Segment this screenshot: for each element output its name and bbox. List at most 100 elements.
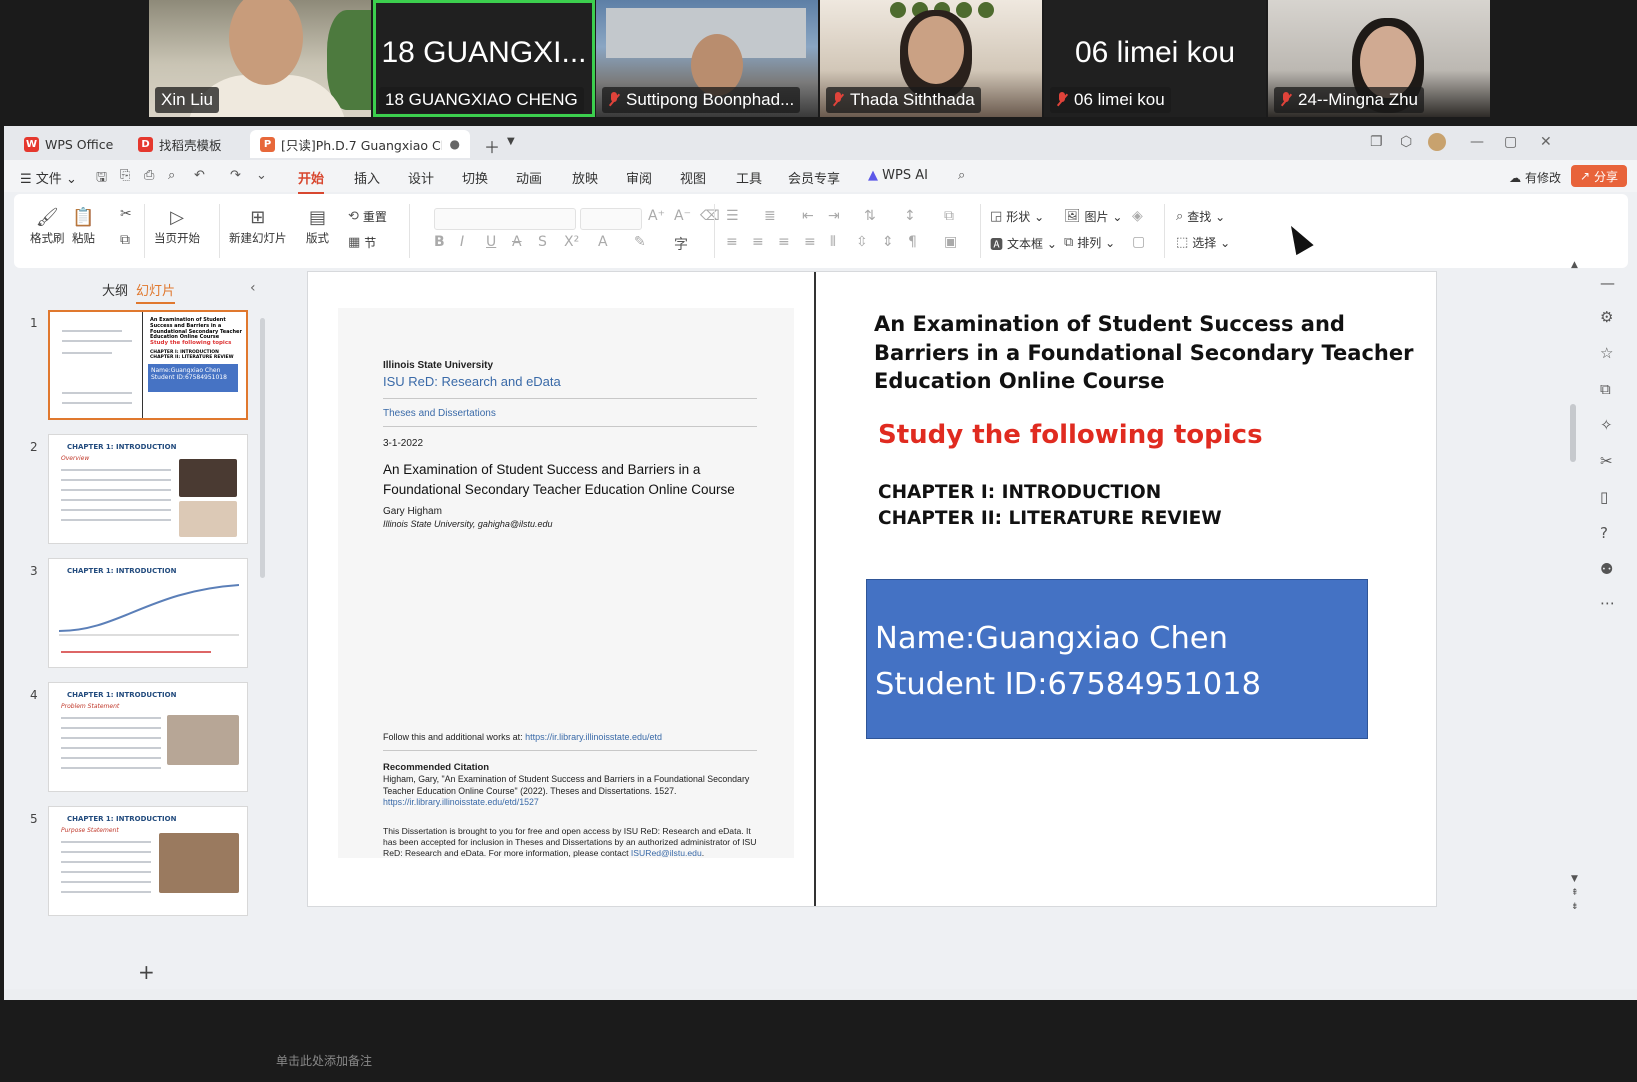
share-button[interactable]: ↗ 分享 — [1571, 165, 1627, 187]
menu-home[interactable]: 开始 — [298, 168, 325, 194]
tab-document[interactable]: P [只读]Ph.D.7 Guangxiao Chen 6 ● — [250, 130, 470, 158]
layout-button[interactable]: ▤ 版式 — [306, 206, 329, 246]
export-icon[interactable]: ⎘ — [120, 168, 135, 183]
decrease-indent-icon[interactable]: ⇤ — [802, 208, 814, 224]
print-icon[interactable]: ⎙ — [144, 168, 159, 183]
copy-icon[interactable]: ⧉ — [120, 232, 130, 248]
save-icon[interactable]: 🖫 — [96, 168, 111, 185]
slide-study-heading[interactable]: Study the following topics — [878, 420, 1263, 450]
increase-indent-icon[interactable]: ⇥ — [828, 208, 840, 224]
menu-insert[interactable]: 插入 — [354, 168, 380, 187]
tab-wps-office[interactable]: W WPS Office — [14, 130, 124, 158]
font-family-select[interactable] — [434, 208, 576, 230]
pdf-citation-link[interactable]: https://ir.library.illinoisstate.edu/etd… — [383, 797, 539, 807]
next-slide-icon[interactable]: ⇟ — [1571, 902, 1579, 912]
participant-tile-mingna-zhu[interactable]: 24--Mingna Zhu — [1268, 0, 1490, 117]
tab-list-chevron-icon[interactable]: ▼ — [507, 136, 515, 147]
redo-icon[interactable]: ↷ — [230, 168, 245, 183]
fill-icon[interactable]: ◈ — [1132, 208, 1143, 224]
paste-button[interactable]: 📋 粘贴 — [72, 206, 95, 246]
para-icon[interactable]: ¶ — [908, 234, 917, 250]
pdf-contact-link[interactable]: ISURed@ilstu.edu — [631, 848, 702, 858]
phonetic-icon[interactable]: 字 — [674, 234, 688, 254]
textbox-align-icon[interactable]: ▣ — [944, 234, 957, 250]
scroll-up-icon[interactable]: ▲ — [1571, 260, 1578, 270]
print-preview-icon[interactable]: ⌕ — [168, 168, 183, 183]
menu-animation[interactable]: 动画 — [516, 168, 542, 187]
line-spacing-icon[interactable]: ↕ — [904, 208, 916, 224]
reset-button[interactable]: ⟲ 重置 — [348, 208, 387, 225]
menu-transition[interactable]: 切换 — [462, 168, 488, 187]
slide-title[interactable]: An Examination of Student Success and Ba… — [874, 310, 1434, 396]
collapse-rail-icon[interactable]: — — [1600, 274, 1615, 292]
participant-tile-suttipong[interactable]: Suttipong Boonphad... — [596, 0, 818, 117]
clear-format-icon[interactable]: ⌫ — [700, 208, 720, 224]
book-icon[interactable]: ▯ — [1600, 488, 1608, 506]
copy-slide-icon[interactable]: ⧉ — [1600, 380, 1611, 398]
tab-outline[interactable]: 大纲 — [102, 280, 128, 299]
paragraph-spacing-icon[interactable]: ⇕ — [882, 234, 894, 250]
align-left-icon[interactable]: ≡ — [726, 234, 738, 250]
outline-icon[interactable]: ▢ — [1132, 234, 1145, 250]
bullet-list-icon[interactable]: ☰ — [726, 208, 739, 224]
font-size-select[interactable] — [580, 208, 642, 230]
menu-slideshow[interactable]: 放映 — [572, 168, 598, 187]
justify-icon[interactable]: ≡ — [804, 234, 816, 250]
superscript-icon[interactable]: X² — [564, 234, 579, 250]
italic-icon[interactable]: I — [460, 234, 464, 250]
convert-icon[interactable]: ⧉ — [944, 208, 954, 224]
underline-icon[interactable]: U — [486, 234, 496, 250]
modified-status[interactable]: ☁ 有修改 — [1509, 169, 1561, 186]
tab-templates[interactable]: D 找稻壳模板 — [128, 130, 246, 158]
student-info-box[interactable]: Name:Guangxiao Chen Student ID:675849510… — [866, 579, 1368, 739]
tools-icon[interactable]: ✂ — [1600, 452, 1613, 470]
menu-wps-ai[interactable]: ▲ WPS AI — [868, 168, 928, 183]
select-button[interactable]: ⬚ 选择 ⌄ — [1176, 234, 1230, 251]
picture-button[interactable]: 🖼 图片 ⌄ — [1064, 208, 1122, 225]
decrease-font-icon[interactable]: A⁻ — [674, 208, 691, 224]
adjust-icon[interactable]: ⚙ — [1600, 308, 1613, 326]
shape-button[interactable]: ◲ 形状 ⌄ — [990, 208, 1044, 225]
animation-icon[interactable]: ✧ — [1600, 416, 1613, 434]
star-icon[interactable]: ☆ — [1600, 344, 1613, 362]
menu-member[interactable]: 会员专享 — [788, 168, 840, 187]
menu-view[interactable]: 视图 — [680, 168, 706, 187]
arrange-button[interactable]: ⧉ 排列 ⌄ — [1064, 234, 1115, 251]
slide-thumbnail-3[interactable]: CHAPTER 1: INTRODUCTION — [48, 558, 248, 668]
add-slide-button[interactable]: + — [138, 960, 155, 984]
pdf-cover-image[interactable]: Illinois State University ISU ReD: Resea… — [338, 308, 794, 858]
textbox-button[interactable]: 🅰 文本框 ⌄ — [990, 234, 1057, 254]
new-slide-button[interactable]: ⊞ 新建幻灯片 — [229, 206, 287, 246]
format-painter-button[interactable]: 🖌 格式刷 — [30, 206, 65, 246]
unsaved-dot-icon[interactable]: ● — [450, 137, 460, 151]
slide-thumbnail-1[interactable]: An Examination of Student Success and Ba… — [48, 310, 248, 420]
slide-canvas[interactable]: Illinois State University ISU ReD: Resea… — [308, 272, 1436, 906]
search-icon[interactable]: ⌕ — [958, 168, 973, 183]
slide-thumbnail-5[interactable]: CHAPTER 1: INTRODUCTION Purpose Statemen… — [48, 806, 248, 916]
collapse-pane-icon[interactable]: ‹ — [250, 280, 256, 296]
numbered-list-icon[interactable]: ≣ — [764, 208, 776, 224]
cube-icon[interactable]: ⬡ — [1400, 134, 1412, 150]
vertical-align-icon[interactable]: ⇳ — [856, 234, 868, 250]
strikethrough-icon[interactable]: A — [512, 234, 522, 250]
pane-scrollbar[interactable] — [260, 318, 265, 578]
more-chevron-icon[interactable]: ⌄ — [256, 168, 271, 183]
new-tab-plus-icon[interactable]: ＋ — [484, 134, 500, 158]
close-icon[interactable]: ✕ — [1540, 134, 1552, 150]
menu-review[interactable]: 审阅 — [626, 168, 652, 187]
font-color-icon[interactable]: A — [598, 234, 608, 250]
bold-icon[interactable]: B — [434, 234, 445, 250]
increase-font-icon[interactable]: A⁺ — [648, 208, 665, 224]
menu-design[interactable]: 设计 — [408, 168, 434, 187]
maximize-icon[interactable]: ▢ — [1504, 134, 1517, 150]
play-from-current-button[interactable]: ▷ 当页开始 — [154, 206, 200, 246]
highlight-icon[interactable]: ✎ — [634, 234, 646, 250]
participant-tile-xin-liu[interactable]: Xin Liu — [149, 0, 371, 117]
notes-area[interactable]: 单击此处添加备注 — [276, 1052, 1576, 1082]
participant-tile-guangxiao-cheng[interactable]: 18 GUANGXI... 18 GUANGXIAO CHENG — [373, 0, 595, 117]
shadow-icon[interactable]: S — [538, 234, 547, 250]
find-button[interactable]: ⌕ 查找 ⌄ — [1176, 208, 1225, 225]
scroll-down-icon[interactable]: ▼ — [1571, 874, 1578, 884]
slide-scrollbar[interactable] — [1570, 404, 1576, 462]
minimize-icon[interactable]: — — [1470, 134, 1484, 150]
